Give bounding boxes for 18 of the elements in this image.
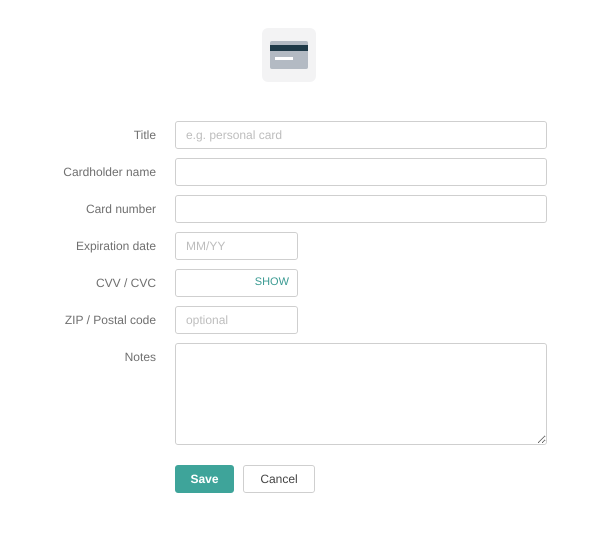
credit-card-icon [262,28,316,82]
field-label: Cardholder name [62,165,156,179]
text-field[interactable]: MM/YY [175,232,298,260]
text-field[interactable] [175,158,547,186]
cvv-field[interactable] [175,269,298,297]
text-field[interactable]: e.g. personal card [175,121,547,149]
field-label: Title [132,128,156,142]
cancel-button[interactable]: Cancel [243,465,315,493]
save-button[interactable]: Save [175,465,234,493]
field-label: Card number [84,202,156,216]
show-button[interactable]: SHOW [254,276,289,288]
field-label: CVV / CVC [94,276,156,290]
text-field[interactable]: optional [175,306,298,334]
field-label: ZIP / Postal code [64,313,156,327]
field-label: Expiration date [74,239,156,253]
text-field[interactable] [175,195,547,223]
field-label: Notes [124,349,156,364]
notes-field[interactable] [175,343,547,445]
